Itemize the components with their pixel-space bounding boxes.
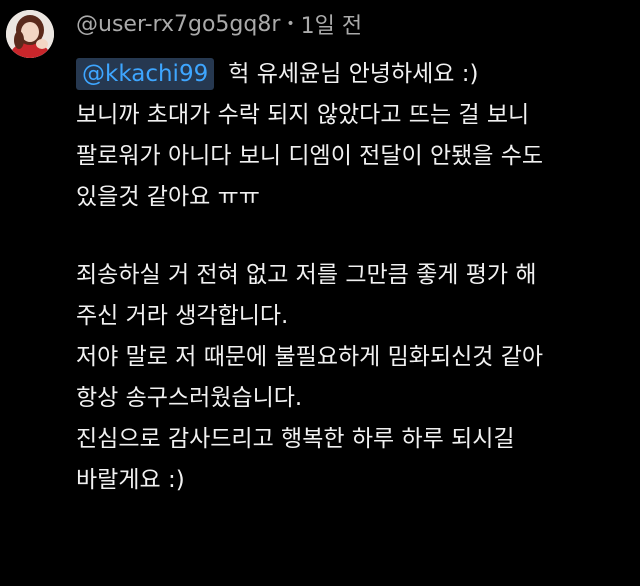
comment-line: 죄송하실 거 전혀 없고 저를 그만큼 좋게 평가 해 — [76, 262, 537, 288]
comment-line: 있을것 같아요 ㅠㅠ — [76, 184, 260, 210]
comment-text: @kkachi99 헉 유세윤님 안녕하세요 :) 보니까 초대가 수락 되지 않… — [76, 54, 636, 501]
comment-line: @kkachi99 헉 유세윤님 안녕하세요 :) — [76, 54, 636, 95]
comment-line: 팔로워가 아니다 보니 디엠이 전달이 안됐을 수도 — [76, 143, 544, 169]
comment-line: 항상 송구스러웠습니다. — [76, 385, 303, 411]
comment-line-blank — [76, 218, 636, 255]
mention-link[interactable]: @kkachi99 — [76, 58, 215, 90]
avatar-image — [6, 10, 54, 58]
author-name[interactable]: @user-rx7go5gq8r — [76, 12, 280, 37]
comment-line: 주신 거라 생각합니다. — [76, 303, 289, 329]
comment-line: 저야 말로 저 때문에 불필요하게 밈화되신것 같아 — [76, 344, 544, 370]
comment: @user-rx7go5gq8r • 1일 전 @kkachi99 헉 유세윤님 … — [0, 0, 640, 586]
comment-line: 보니까 초대가 수락 되지 않았다고 뜨는 걸 보니 — [76, 102, 530, 128]
timestamp[interactable]: 1일 전 — [301, 8, 362, 40]
avatar[interactable] — [6, 10, 54, 58]
comment-line-text: 헉 유세윤님 안녕하세요 :) — [228, 61, 479, 87]
comment-line: 진심으로 감사드리고 행복한 하루 하루 되시길 — [76, 426, 515, 452]
meta-separator: • — [286, 16, 295, 32]
comment-line: 바랄게요 :) — [76, 467, 185, 493]
comment-header: @user-rx7go5gq8r • 1일 전 — [76, 8, 362, 40]
